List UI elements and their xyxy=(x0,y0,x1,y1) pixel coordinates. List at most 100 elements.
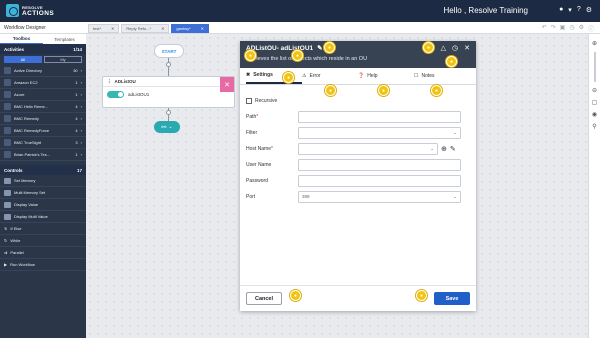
settings-icon[interactable]: ⚙ xyxy=(586,6,592,14)
control-item[interactable]: Display Multi Value xyxy=(0,211,86,223)
activities-header[interactable]: Activities 1/14 xyxy=(0,44,86,54)
hint-marker[interactable]: ● xyxy=(378,85,389,96)
start-node[interactable]: START xyxy=(154,44,184,58)
tab-label: Settings xyxy=(253,72,273,78)
hint-marker[interactable]: ● xyxy=(431,85,442,96)
close-icon[interactable]: ✕ xyxy=(464,44,470,52)
zoom-in-icon[interactable]: ⊕ xyxy=(592,40,597,47)
settings-gear-icon[interactable]: ⚙ xyxy=(579,24,584,33)
control-item[interactable]: ↯ If Else xyxy=(0,223,86,235)
activity-group-item[interactable]: BMC TrueSight 3 › xyxy=(0,137,86,149)
toolbox-panel: Toolbox Templates Activities 1/14 All My… xyxy=(0,34,86,338)
control-item[interactable]: ▶ Run Workflow xyxy=(0,259,86,271)
zoom-slider[interactable] xyxy=(593,52,596,82)
hint-marker[interactable]: ● xyxy=(290,290,301,301)
tab-test[interactable]: test* ✕ xyxy=(88,24,120,33)
bmc-remedyforce-icon xyxy=(4,127,11,134)
resolve-actions-logo[interactable]: RESOLVE ACTIONS xyxy=(6,4,54,17)
search-icon[interactable]: ⚲ xyxy=(592,123,596,130)
activity-card[interactable]: ⋮ ADListOU ✕ adListOU1 xyxy=(102,76,235,108)
filter-label: Filter xyxy=(246,129,258,136)
history-icon[interactable]: ◷ xyxy=(569,24,574,33)
info-icon[interactable]: ⓘ xyxy=(588,24,594,33)
edit-pencil-icon[interactable]: ✎ xyxy=(317,44,322,52)
activity-group-item[interactable]: BMC Remedy 4 › xyxy=(0,113,86,125)
activity-group-item[interactable]: Azure 1 › xyxy=(0,89,86,101)
close-icon[interactable]: ✕ xyxy=(161,26,164,31)
control-item[interactable]: Set Memory xyxy=(0,175,86,187)
close-icon[interactable]: ✕ xyxy=(111,26,114,31)
hint-marker[interactable]: ● xyxy=(423,42,434,53)
filter-my-button[interactable]: My xyxy=(44,56,82,63)
activity-group-count: 4 xyxy=(75,128,78,133)
user-name-field[interactable] xyxy=(298,158,461,171)
activity-group-label: Active Directory xyxy=(14,68,43,73)
activity-group-count: 4 xyxy=(75,104,78,109)
host-name-field[interactable]: ⌄ xyxy=(298,142,438,155)
filter-all-button[interactable]: All xyxy=(4,56,42,63)
activity-enable-toggle[interactable] xyxy=(107,91,124,98)
host-name-label: Host Name* xyxy=(246,145,273,152)
tab-error[interactable]: ⚠ Error xyxy=(302,68,358,84)
tab-help[interactable]: ❓ Help xyxy=(358,68,414,84)
hint-marker[interactable]: ● xyxy=(325,85,336,96)
password-field[interactable] xyxy=(298,174,461,187)
dialog-title: ADListOU- adListOU1 xyxy=(246,44,314,52)
redo-icon[interactable]: ↷ xyxy=(551,24,556,33)
control-item[interactable]: ↻ While xyxy=(0,235,86,247)
hierarchy-icon[interactable]: △ xyxy=(441,44,446,52)
connector-port[interactable] xyxy=(166,62,171,67)
activity-group-label: BMC Helix Reme... xyxy=(14,104,49,109)
activity-group-item[interactable]: Active Directory 30 › xyxy=(0,65,86,77)
controls-header[interactable]: Controls 17 xyxy=(0,165,86,175)
activity-group-count: 1 xyxy=(75,92,78,97)
help-icon[interactable]: ? xyxy=(577,6,581,14)
hint-marker[interactable]: ● xyxy=(292,50,303,61)
chevron-down-icon: ⌄ xyxy=(453,129,457,135)
clock-icon[interactable]: ◷ xyxy=(452,44,458,52)
end-node[interactable]: ⚯ ⌄ xyxy=(154,121,180,133)
fit-screen-icon[interactable]: ▢ xyxy=(592,99,598,106)
add-circle-icon[interactable]: ⊕ xyxy=(441,145,447,153)
save-button[interactable]: Save xyxy=(434,292,470,305)
control-item[interactable]: Display Value xyxy=(0,199,86,211)
user-greeting: Hello , Resolve Training xyxy=(443,6,528,15)
filter-field[interactable]: ⌄ xyxy=(298,126,461,139)
cancel-button[interactable]: Cancel xyxy=(246,292,282,305)
tab-notes[interactable]: ☐ Notes xyxy=(414,68,470,84)
save-icon[interactable]: ▣ xyxy=(560,24,566,33)
hint-marker[interactable]: ● xyxy=(416,290,427,301)
drag-handle-icon[interactable]: ⋮ xyxy=(107,79,112,85)
user-name-label: User Name xyxy=(246,161,272,168)
filter-row: Filter ⌄ xyxy=(246,126,470,139)
tab-toolbox[interactable]: Toolbox xyxy=(0,34,43,44)
activity-group-item[interactable]: BMC Helix Reme... 4 › xyxy=(0,101,86,113)
link-icon: ⚯ xyxy=(161,124,167,131)
delete-activity-button[interactable]: ✕ xyxy=(220,77,234,92)
control-item[interactable]: Multi Memory Set xyxy=(0,187,86,199)
bmc-truesight-icon xyxy=(4,139,11,146)
hint-marker[interactable]: ● xyxy=(283,72,294,83)
close-icon[interactable]: ✕ xyxy=(201,26,204,31)
control-item[interactable]: ⇉ Parallel xyxy=(0,247,86,259)
path-field[interactable] xyxy=(298,110,461,123)
chevron-down-icon[interactable]: ▾ xyxy=(568,6,572,14)
activity-group-item[interactable]: BMC RemedyForce 4 › xyxy=(0,125,86,137)
parallel-icon: ⇉ xyxy=(4,250,8,255)
tab-reply-refu[interactable]: Reply Refu...* ✕ xyxy=(121,24,170,33)
connector-port[interactable] xyxy=(166,110,171,115)
tab-ganksy[interactable]: ganksy* ✕ xyxy=(171,24,210,33)
tab-templates[interactable]: Templates xyxy=(43,34,86,44)
zoom-out-icon[interactable]: ⊖ xyxy=(592,87,597,94)
visibility-icon[interactable]: ◉ xyxy=(592,111,597,118)
activity-group-item[interactable]: Amazon EC2 1 › xyxy=(0,77,86,89)
port-field[interactable]: 389 ⌄ xyxy=(298,190,461,203)
activity-group-item[interactable]: Brian Patrick's Tes... 1 › xyxy=(0,149,86,161)
undo-icon[interactable]: ↶ xyxy=(542,24,547,33)
user-icon[interactable]: ● xyxy=(559,6,563,14)
hint-marker[interactable]: ● xyxy=(245,50,256,61)
hint-marker[interactable]: ● xyxy=(324,42,335,53)
recursive-checkbox[interactable] xyxy=(246,98,252,104)
edit-pencil-icon[interactable]: ✎ xyxy=(450,145,456,153)
hint-marker[interactable]: ● xyxy=(446,56,457,67)
